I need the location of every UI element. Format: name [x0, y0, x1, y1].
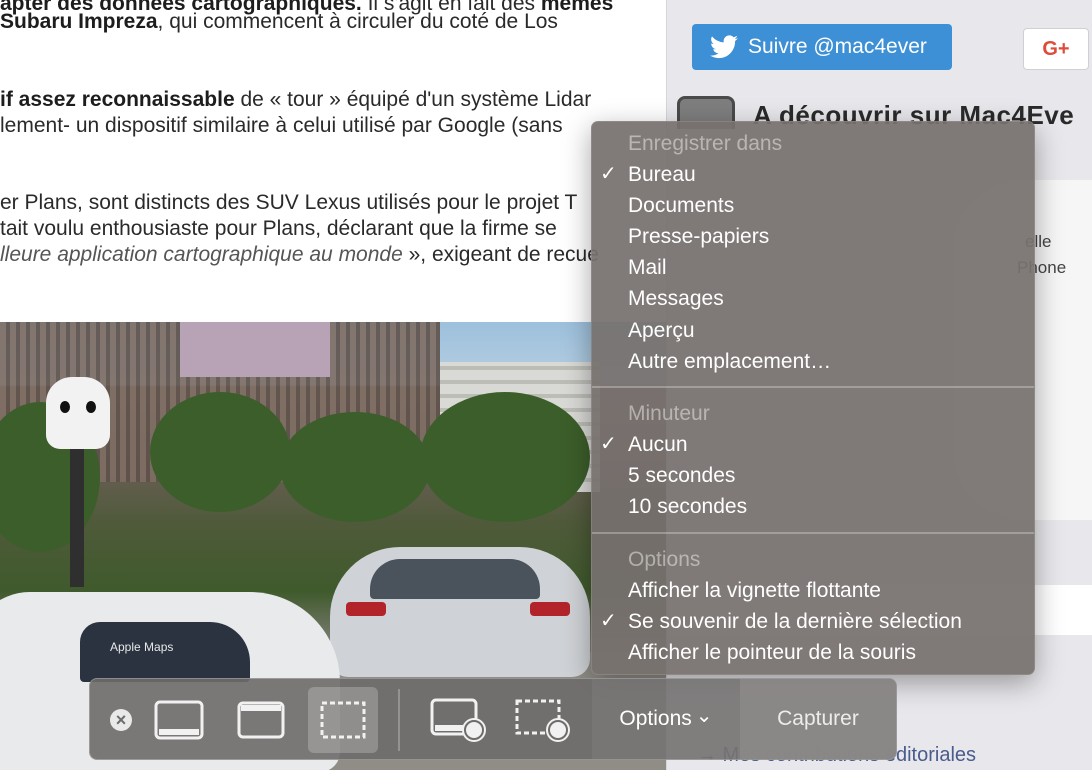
options-label: Options — [619, 707, 692, 730]
menu-item-5-secondes[interactable]: 5 secondes — [592, 460, 1034, 491]
menu-item-afficher-pointeur[interactable]: Afficher le pointeur de la souris — [592, 637, 1034, 668]
menu-header-timer: Minuteur — [628, 402, 710, 425]
menu-separator — [592, 532, 1034, 534]
toolbar-divider — [398, 689, 400, 751]
article-line: lleure application cartographique au mon… — [0, 243, 599, 266]
menu-header-options: Options — [628, 548, 701, 571]
menu-item-mail[interactable]: Mail — [592, 252, 1034, 283]
photo-tree — [280, 412, 430, 522]
photo-car — [330, 547, 590, 677]
screenshot-options-menu: Enregistrer dans ✓ Bureau Documents Press… — [591, 121, 1035, 675]
google-plus-icon: G+ — [1042, 37, 1070, 60]
chevron-down-icon: ⌄ — [695, 704, 713, 727]
menu-header-save-location: Enregistrer dans — [628, 132, 783, 155]
menu-item-10-secondes[interactable]: 10 secondes — [592, 491, 1034, 522]
article-line: lement- un dispositif similaire à celui … — [0, 114, 563, 137]
menu-item-apercu[interactable]: Aperçu — [592, 315, 1034, 346]
photo-tree — [420, 392, 590, 522]
record-screen-icon — [430, 698, 486, 742]
menu-item-se-souvenir-selection[interactable]: ✓ Se souvenir de la dernière sélection — [592, 606, 1034, 637]
capture-entire-screen-button[interactable] — [144, 687, 214, 753]
twitter-bird-icon — [710, 35, 738, 59]
menu-item-autre-emplacement[interactable]: Autre emplacement… — [592, 346, 1034, 377]
menu-separator — [592, 386, 1034, 388]
article-line: Subaru Impreza, qui commencent à circule… — [0, 10, 558, 33]
twitter-follow-button[interactable]: Suivre @mac4ever — [692, 24, 952, 70]
record-entire-screen-button[interactable] — [424, 687, 494, 753]
article-content: apter des données cartographiques. Il s'… — [0, 0, 666, 322]
photo-building — [180, 322, 330, 377]
menu-item-aucun[interactable]: ✓ Aucun — [592, 429, 1034, 460]
photo-lidar-pod — [46, 377, 110, 449]
twitter-follow-label: Suivre @mac4ever — [748, 35, 927, 58]
close-icon[interactable]: × — [110, 709, 132, 731]
capture-window-button[interactable] — [226, 687, 296, 753]
selection-icon — [320, 701, 366, 739]
screenshot-toolbar: × Options ⌄ Capturer — [89, 678, 897, 760]
menu-item-bureau[interactable]: ✓ Bureau — [592, 159, 1034, 190]
menu-item-messages[interactable]: Messages — [592, 283, 1034, 314]
menu-item-presse-papiers[interactable]: Presse-papiers — [592, 221, 1034, 252]
record-selection-icon — [515, 699, 570, 742]
menu-item-afficher-vignette[interactable]: Afficher la vignette flottante — [592, 575, 1034, 606]
google-plus-button[interactable]: G+ — [1023, 28, 1089, 70]
menu-item-documents[interactable]: Documents — [592, 190, 1034, 221]
entire-screen-icon — [154, 700, 204, 740]
capture-button[interactable]: Capturer — [740, 679, 896, 759]
window-icon — [237, 701, 285, 739]
record-selection-button[interactable] — [508, 687, 578, 753]
checkmark-icon: ✓ — [600, 610, 617, 632]
photo-tree — [150, 392, 290, 512]
checkmark-icon: ✓ — [600, 433, 617, 455]
capture-selection-button[interactable] — [308, 687, 378, 753]
checkmark-icon: ✓ — [600, 163, 617, 185]
options-button[interactable]: Options ⌄ — [592, 679, 740, 759]
